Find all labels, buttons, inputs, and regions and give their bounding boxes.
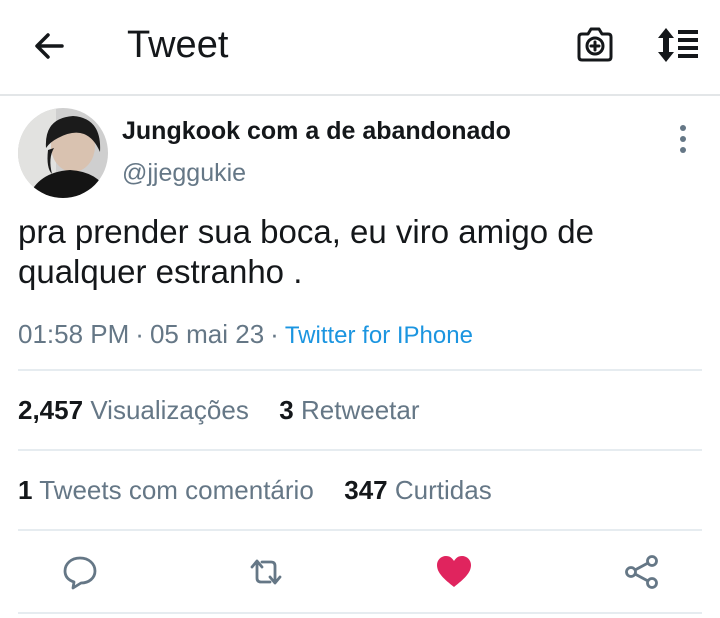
more-options-button[interactable] xyxy=(668,122,698,156)
like-button[interactable] xyxy=(434,552,474,592)
sort-list-icon xyxy=(658,28,698,62)
likes-count: 347 xyxy=(344,475,388,505)
views-stat[interactable]: 2,457 Visualizações xyxy=(18,395,249,425)
heart-icon xyxy=(437,556,471,587)
sort-button[interactable] xyxy=(652,24,702,66)
reply-icon xyxy=(63,556,97,590)
stats-row-likes: 1 Tweets com comentário 347 Curtidas xyxy=(18,474,492,506)
retweet-button[interactable] xyxy=(246,552,286,592)
author-name[interactable]: Jungkook com a de abandonado xyxy=(122,116,511,146)
quotes-label: Tweets com comentário xyxy=(39,475,314,505)
divider xyxy=(18,369,702,371)
tweet-date: 05 mai 23 xyxy=(149,319,265,349)
tweet-time: 01:58 PM xyxy=(18,319,130,349)
tweet-text: pra prender sua boca, eu viro amigo de q… xyxy=(18,213,595,290)
avatar[interactable] xyxy=(18,108,108,198)
retweet-icon xyxy=(250,559,282,585)
divider xyxy=(18,612,702,614)
top-bar: Tweet xyxy=(0,0,720,96)
quotes-count: 1 xyxy=(18,475,33,505)
retweets-count: 3 xyxy=(279,395,294,425)
meta-separator: · xyxy=(135,319,144,349)
likes-stat[interactable]: 347 Curtidas xyxy=(344,475,491,505)
share-button[interactable] xyxy=(622,552,662,592)
divider xyxy=(18,449,702,451)
avatar-image xyxy=(18,108,108,198)
back-button[interactable] xyxy=(30,26,70,66)
page-title: Tweet xyxy=(127,24,229,66)
share-icon xyxy=(625,555,658,589)
reply-button[interactable] xyxy=(60,552,100,592)
views-label: Visualizações xyxy=(90,395,249,425)
more-vertical-icon xyxy=(680,125,686,153)
retweets-label: Retweetar xyxy=(301,395,420,425)
author-handle[interactable]: @jjeggukie xyxy=(122,158,246,188)
meta-separator: · xyxy=(270,319,279,349)
views-count: 2,457 xyxy=(18,395,84,425)
likes-label: Curtidas xyxy=(394,475,492,505)
retweets-stat[interactable]: 3 Retweetar xyxy=(279,395,419,425)
quotes-stat[interactable]: 1 Tweets com comentário xyxy=(18,475,314,505)
tweet-meta: 01:58 PM · 05 mai 23 · Twitter for IPhone xyxy=(18,318,473,352)
divider xyxy=(18,529,702,531)
camera-button[interactable] xyxy=(574,24,616,66)
camera-plus-icon xyxy=(577,27,613,62)
back-arrow-icon xyxy=(35,33,64,59)
stats-row-views: 2,457 Visualizações 3 Retweetar xyxy=(18,394,420,426)
tweet-source-link[interactable]: Twitter for IPhone xyxy=(285,322,473,349)
